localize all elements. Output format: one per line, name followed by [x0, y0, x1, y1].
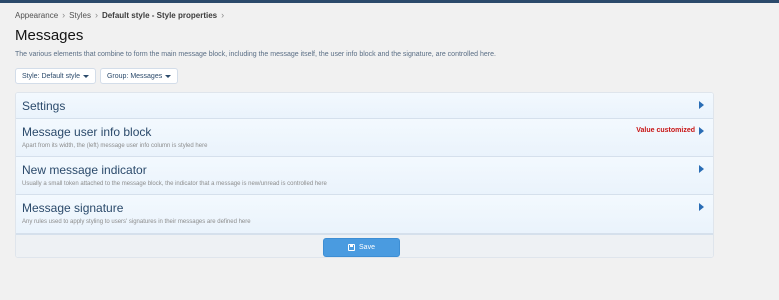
- section-title: Message user info block: [22, 125, 152, 139]
- save-icon: [348, 244, 356, 251]
- page-description: The various elements that combine to for…: [15, 51, 496, 58]
- breadcrumb-appearance[interactable]: Appearance: [15, 11, 58, 20]
- save-button[interactable]: Save: [323, 238, 400, 257]
- caret-down-icon: [165, 74, 172, 78]
- section-new-message-indicator[interactable]: New message indicator Usually a small to…: [16, 157, 713, 195]
- section-title: New message indicator: [22, 163, 147, 177]
- group-selector-label: Group: Messages: [106, 72, 163, 80]
- chevron-right-icon[interactable]: [699, 127, 704, 135]
- caret-down-icon: [82, 74, 89, 78]
- save-button-label: Save: [359, 244, 375, 251]
- style-selector-label: Style: Default style: [22, 72, 80, 80]
- section-hint: Usually a small token attached to the me…: [22, 181, 327, 187]
- style-selector-button[interactable]: Style: Default style: [15, 68, 96, 84]
- page-title: Messages: [15, 27, 84, 44]
- section-settings[interactable]: Settings: [16, 93, 713, 119]
- filter-bar: Style: Default style Group: Messages: [15, 68, 179, 84]
- chevron-right-icon[interactable]: [699, 165, 704, 173]
- section-title: Settings: [22, 99, 66, 113]
- chevron-right-icon[interactable]: [699, 203, 704, 211]
- breadcrumb-style-properties[interactable]: Default style - Style properties: [102, 11, 217, 20]
- breadcrumb-styles[interactable]: Styles: [69, 11, 91, 20]
- section-message-user-info-block[interactable]: Message user info block Apart from its w…: [16, 119, 713, 157]
- breadcrumb-separator-icon: ›: [94, 10, 98, 20]
- section-message-signature[interactable]: Message signature Any rules used to appl…: [16, 195, 713, 234]
- section-title: Message signature: [22, 201, 124, 215]
- breadcrumb-separator-icon: ›: [221, 10, 225, 20]
- section-hint: Any rules used to apply styling to users…: [22, 219, 251, 225]
- group-selector-button[interactable]: Group: Messages: [99, 68, 179, 84]
- breadcrumb-separator-icon: ›: [62, 10, 66, 20]
- top-accent-bar: [0, 0, 779, 3]
- style-properties-block: Settings Message user info block Apart f…: [15, 92, 714, 258]
- form-footer: Save: [16, 234, 713, 257]
- value-customized-badge: Value customized: [636, 127, 695, 134]
- section-hint: Apart from its width, the (left) message…: [22, 143, 208, 149]
- chevron-right-icon[interactable]: [699, 101, 704, 109]
- breadcrumb: Appearance › Styles › Default style - St…: [15, 10, 228, 20]
